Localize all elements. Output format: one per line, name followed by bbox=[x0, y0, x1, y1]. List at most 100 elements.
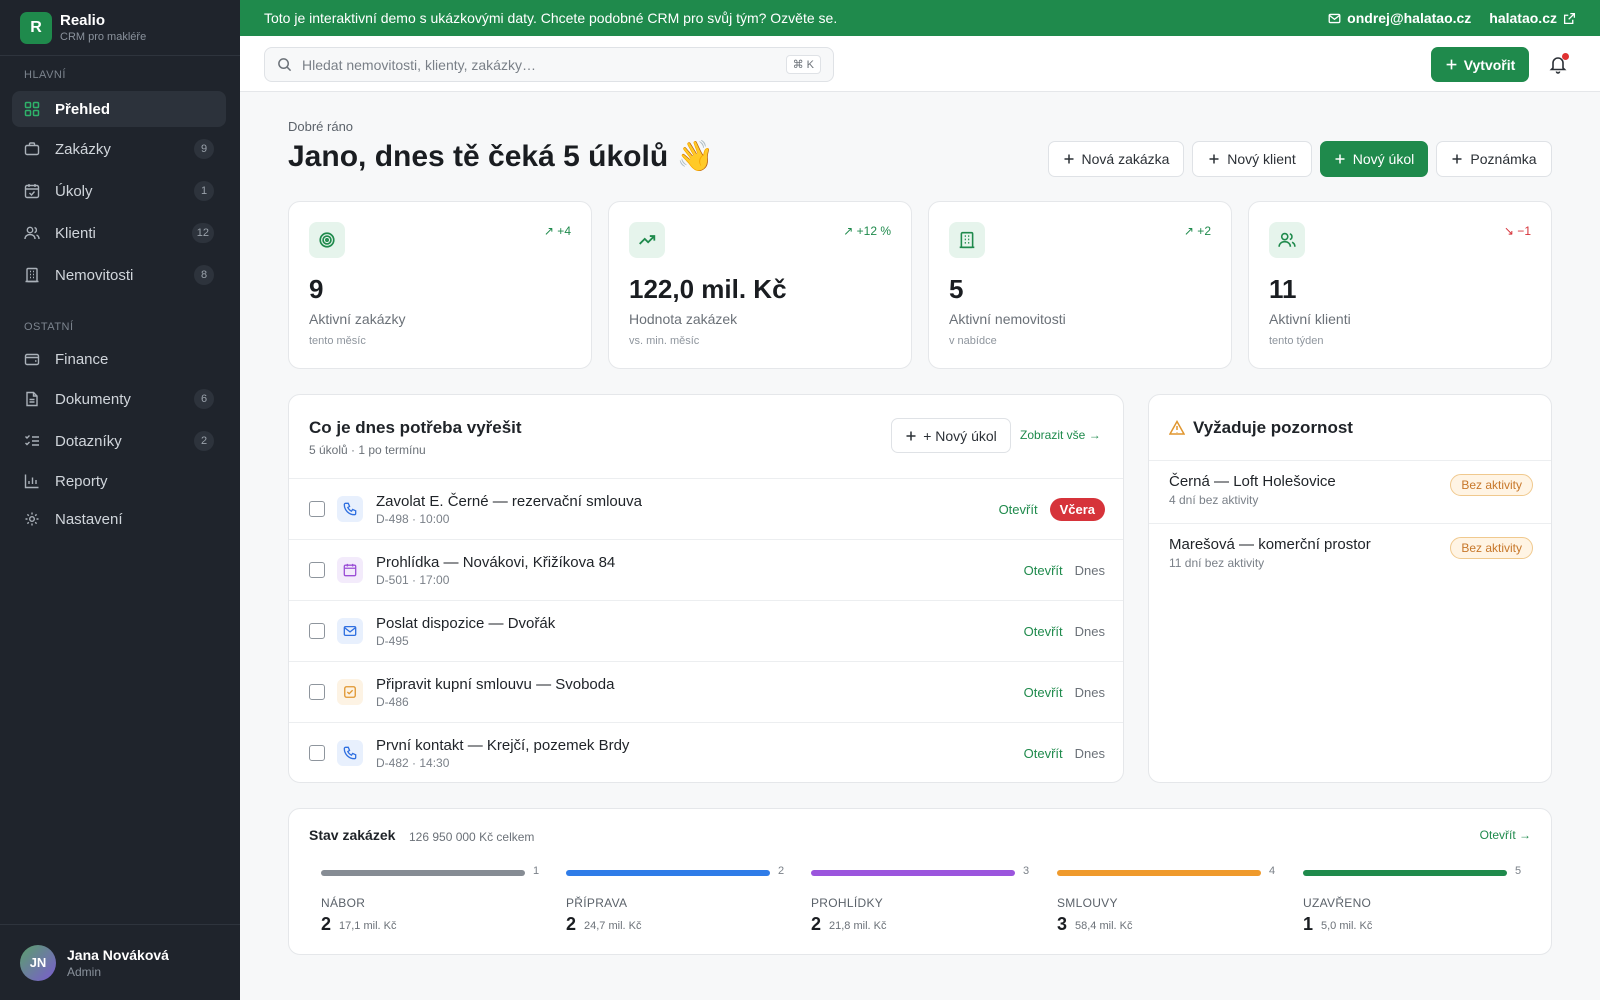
task-row[interactable]: Prohlídka — Novákovi, Křižíkova 84 D-501… bbox=[289, 539, 1123, 600]
stat-card-deal-value[interactable]: ↗ +12 % 122,0 mil. Kč Hodnota zakázek vs… bbox=[608, 201, 912, 369]
sidebar-item-label: Dotazníky bbox=[55, 432, 122, 450]
task-due: Dnes bbox=[1074, 562, 1105, 578]
new-deal-button[interactable]: Nová zakázka bbox=[1048, 141, 1184, 177]
add-task-button[interactable]: + Nový úkol bbox=[891, 418, 1011, 453]
sidebar-item-zakazky[interactable]: Zakázky 9 bbox=[12, 131, 226, 167]
pipeline-stage[interactable]: 2 PŘÍPRAVA 2 24,7 mil. Kč bbox=[566, 865, 792, 935]
sidebar-item-ukoly[interactable]: Úkoly 1 bbox=[12, 173, 226, 209]
stage-value: 17,1 mil. Kč bbox=[339, 920, 397, 932]
task-meta: D-501 · 17:00 bbox=[376, 572, 450, 587]
stat-delta: ↗ +2 bbox=[1183, 224, 1211, 238]
stage-value: 58,4 mil. Kč bbox=[1075, 920, 1133, 932]
sidebar-item-label: Zakázky bbox=[55, 140, 111, 158]
user-profile[interactable]: JN Jana Nováková Admin bbox=[0, 924, 240, 1000]
pipeline-stage[interactable]: 3 PROHLÍDKY 2 21,8 mil. Kč bbox=[811, 865, 1037, 935]
create-button[interactable]: Vytvořit bbox=[1431, 47, 1529, 82]
notification-dot bbox=[1562, 53, 1569, 60]
sidebar-item-reporty[interactable]: Reporty bbox=[12, 463, 226, 499]
stage-number: 4 bbox=[1269, 865, 1276, 877]
task-checkbox[interactable] bbox=[309, 745, 325, 761]
new-task-button[interactable]: Nový úkol bbox=[1320, 141, 1428, 177]
sidebar-item-finance[interactable]: Finance bbox=[12, 341, 226, 377]
wallet-icon bbox=[24, 351, 40, 367]
stat-card-active-clients[interactable]: ↘ −1 11 Aktivní klienti tento týden bbox=[1248, 201, 1552, 369]
task-meta: D-482 · 14:30 bbox=[376, 755, 450, 770]
stage-bar bbox=[1303, 870, 1507, 876]
page-title: Jano, dnes tě čeká 5 úkolů 👋 bbox=[288, 140, 714, 173]
pipeline-stage[interactable]: 4 SMLOUVY 3 58,4 mil. Kč bbox=[1057, 865, 1283, 935]
stat-value: 5 bbox=[949, 274, 964, 304]
plus-icon bbox=[1209, 154, 1219, 164]
grid-icon bbox=[24, 101, 40, 117]
task-checkbox[interactable] bbox=[309, 623, 325, 639]
avatar: JN bbox=[20, 944, 56, 981]
task-open-link[interactable]: Otevřít bbox=[1024, 746, 1063, 761]
task-title: První kontakt — Krejčí, pozemek Brdy bbox=[376, 736, 630, 754]
sidebar-item-nemovitosti[interactable]: Nemovitosti 8 bbox=[12, 257, 226, 293]
task-title: Poslat dispozice — Dvořák bbox=[376, 614, 556, 632]
plus-icon bbox=[1446, 59, 1457, 70]
stat-value: 122,0 mil. Kč bbox=[629, 274, 787, 304]
stat-sub: tento týden bbox=[1269, 335, 1324, 347]
task-due-badge: Včera bbox=[1049, 497, 1105, 521]
count-badge: 12 bbox=[191, 223, 214, 243]
gear-icon bbox=[24, 511, 40, 527]
attention-item[interactable]: Marešová — komerční prostor 11 dní bez a… bbox=[1149, 523, 1551, 586]
view-all-link[interactable]: Zobrazit vše → bbox=[1020, 428, 1101, 442]
count-badge: 9 bbox=[194, 139, 214, 159]
stage-value: 21,8 mil. Kč bbox=[829, 920, 887, 932]
pipeline-stage[interactable]: 1 NÁBOR 2 17,1 mil. Kč bbox=[321, 865, 547, 935]
attention-item[interactable]: Černá — Loft Holešovice 4 dní bez aktivi… bbox=[1149, 460, 1551, 523]
stat-delta: ↘ −1 bbox=[1503, 224, 1531, 238]
task-open-link[interactable]: Otevřít bbox=[1024, 685, 1063, 700]
brand[interactable]: R Realio CRM pro makléře bbox=[0, 0, 240, 56]
stage-name: PROHLÍDKY bbox=[811, 896, 884, 910]
stat-card-active-properties[interactable]: ↗ +2 5 Aktivní nemovitosti v nabídce bbox=[928, 201, 1232, 369]
stage-count: 3 bbox=[1057, 914, 1068, 934]
task-checkbox[interactable] bbox=[309, 562, 325, 578]
stage-name: UZAVŘENO bbox=[1303, 896, 1372, 910]
task-checkbox[interactable] bbox=[309, 501, 325, 517]
note-button[interactable]: Poznámka bbox=[1436, 141, 1552, 177]
stage-number: 3 bbox=[1023, 865, 1030, 877]
phone-icon bbox=[337, 740, 363, 766]
external-link-icon bbox=[1563, 12, 1576, 24]
phone-icon bbox=[337, 496, 363, 522]
pipeline-stage[interactable]: 5 UZAVŘENO 1 5,0 mil. Kč bbox=[1303, 865, 1529, 935]
trending-up-icon bbox=[629, 222, 665, 258]
stat-card-active-deals[interactable]: ↗ +4 9 Aktivní zakázky tento měsíc bbox=[288, 201, 592, 369]
sidebar-item-label: Dokumenty bbox=[55, 390, 131, 408]
task-row[interactable]: Poslat dispozice — Dvořák D-495 Otevřít … bbox=[289, 600, 1123, 661]
count-badge: 2 bbox=[194, 431, 214, 451]
stage-number: 2 bbox=[778, 865, 785, 877]
sidebar-item-nastaveni[interactable]: Nastavení bbox=[12, 501, 226, 537]
pipeline-open-link[interactable]: Otevřít → bbox=[1480, 828, 1531, 842]
sidebar-item-label: Klienti bbox=[55, 224, 96, 242]
task-row[interactable]: Zavolat E. Černé — rezervační smlouva D-… bbox=[289, 478, 1123, 539]
search-input[interactable] bbox=[302, 56, 786, 73]
stat-label: Aktivní zakázky bbox=[309, 311, 406, 327]
banner-email-link[interactable]: ondrej@halatao.cz bbox=[1328, 10, 1471, 26]
stage-number: 1 bbox=[533, 865, 540, 877]
sidebar-item-dotazniky[interactable]: Dotazníky 2 bbox=[12, 423, 226, 459]
sidebar-item-klienti[interactable]: Klienti 12 bbox=[12, 215, 226, 251]
banner-site-link[interactable]: halatao.cz bbox=[1489, 10, 1576, 26]
new-client-button[interactable]: Nový klient bbox=[1192, 141, 1312, 177]
mail-icon bbox=[337, 618, 363, 644]
sidebar-item-prehled[interactable]: Přehled bbox=[12, 91, 226, 127]
count-badge: 1 bbox=[194, 181, 214, 201]
search-box[interactable]: ⌘ K bbox=[264, 47, 834, 82]
count-badge: 8 bbox=[194, 265, 214, 285]
task-row[interactable]: Připravit kupní smlouvu — Svoboda D-486 … bbox=[289, 661, 1123, 722]
task-row[interactable]: První kontakt — Krejčí, pozemek Brdy D-4… bbox=[289, 722, 1123, 782]
task-open-link[interactable]: Otevřít bbox=[1024, 624, 1063, 639]
sidebar-item-dokumenty[interactable]: Dokumenty 6 bbox=[12, 381, 226, 417]
stat-label: Aktivní klienti bbox=[1269, 311, 1351, 327]
task-open-link[interactable]: Otevřít bbox=[999, 502, 1038, 517]
sidebar-item-label: Reporty bbox=[55, 472, 108, 490]
task-title: Zavolat E. Černé — rezervační smlouva bbox=[376, 492, 642, 510]
task-open-link[interactable]: Otevřít bbox=[1024, 563, 1063, 578]
stat-value: 11 bbox=[1269, 274, 1297, 304]
task-title: Prohlídka — Novákovi, Křižíkova 84 bbox=[376, 553, 616, 571]
task-checkbox[interactable] bbox=[309, 684, 325, 700]
